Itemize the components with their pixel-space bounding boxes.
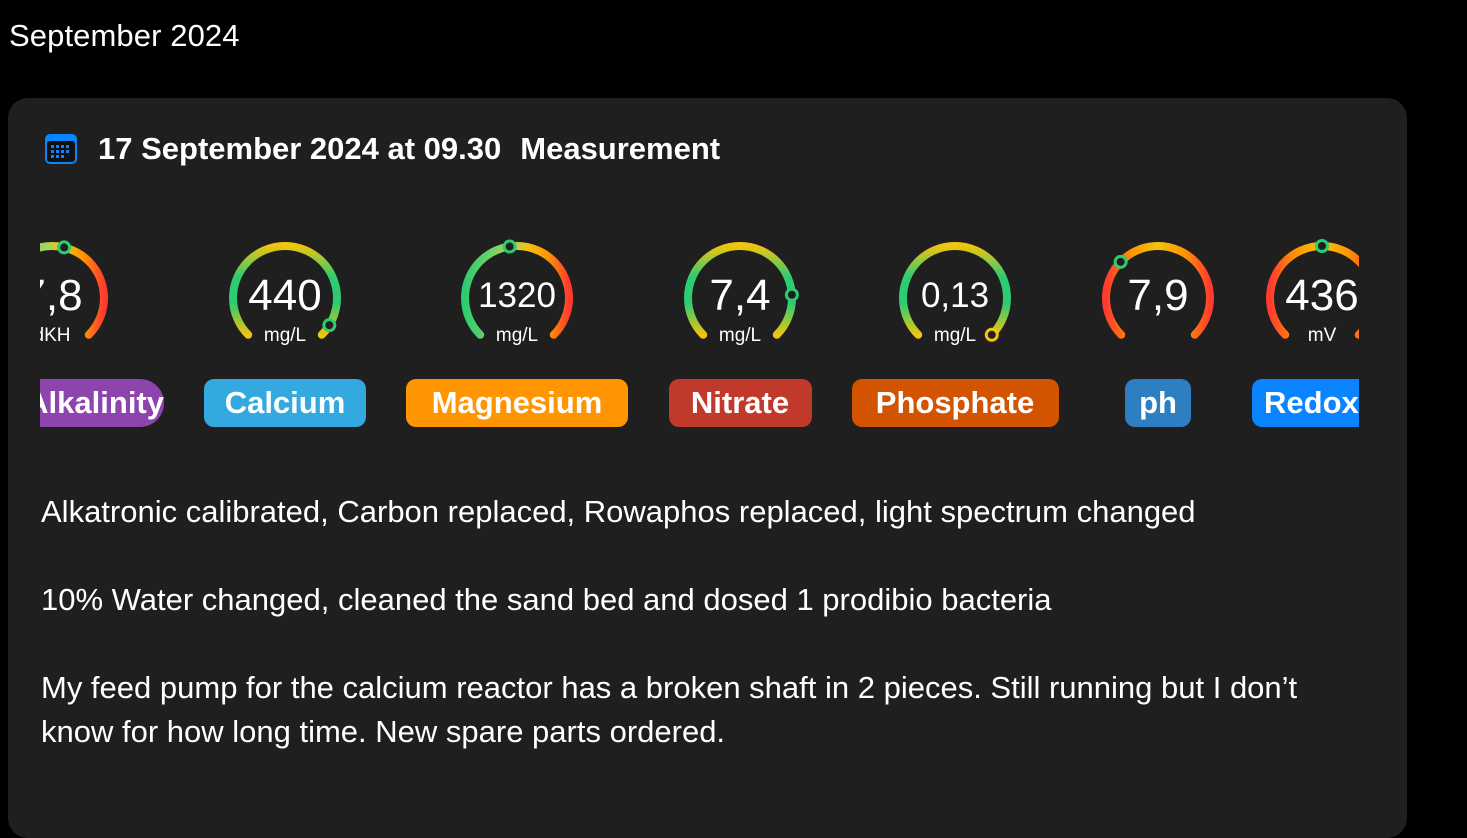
label-phosphate[interactable]: Phosphate: [851, 379, 1059, 427]
label-calcium[interactable]: Calcium: [204, 379, 366, 427]
notes: Alkatronic calibrated, Carbon replaced, …: [41, 490, 1371, 798]
gauge-phosphate: 0,13 mg/L: [890, 238, 1020, 358]
gauge-value: 1320: [478, 276, 556, 315]
label-magnesium[interactable]: Magnesium: [406, 379, 628, 427]
section-header: September 2024: [9, 18, 240, 53]
label-nitrate[interactable]: Nitrate: [668, 379, 812, 427]
gauge-unit: mg/L: [933, 325, 977, 346]
gauge-value: 7,8: [40, 271, 83, 320]
note-paragraph: Alkatronic calibrated, Carbon replaced, …: [41, 494, 1196, 529]
gauge-indicator: [1315, 239, 1329, 253]
gauge-ph: 7,9: [1093, 238, 1223, 358]
gauge-indicator: [502, 239, 517, 254]
note-paragraph: 10% Water changed, cleaned the sand bed …: [41, 582, 1052, 617]
gauge-indicator: [1113, 254, 1128, 269]
card-header: 17 September 2024 at 09.30 Measurement: [44, 131, 720, 167]
calendar-icon: [44, 133, 78, 165]
gauge-value: 7,9: [1127, 271, 1189, 320]
note-paragraph: My feed pump for the calcium reactor has…: [41, 670, 1298, 749]
gauge-value: 436: [1285, 271, 1359, 320]
gauge-nitrate: 7,4 mg/L: [675, 238, 805, 358]
entry-type: Measurement: [520, 131, 721, 166]
entry-datetime: 17 September 2024 at 09.30: [98, 131, 502, 166]
gauge-magnesium: 1320 mg/L: [452, 238, 582, 358]
gauge-unit: mg/L: [718, 325, 762, 346]
gauge-unit: mg/L: [263, 325, 307, 346]
gauge-value: 440: [248, 271, 322, 320]
gauge-unit: dKH: [40, 325, 71, 346]
gauge-value: 0,13: [920, 276, 990, 315]
label-redox[interactable]: Redox: [1252, 379, 1359, 427]
gauge-alkalinity: 7,8 dKH: [40, 238, 117, 358]
gauge-redox: 436 mV: [1257, 238, 1359, 358]
gauge-unit: mV: [1307, 325, 1337, 346]
gauge-indicator: [57, 240, 72, 255]
gauge-unit: mg/L: [495, 325, 539, 346]
label-ph[interactable]: ph: [1125, 379, 1191, 427]
gauge-calcium: 440 mg/L: [220, 238, 350, 358]
label-alkalinity[interactable]: Alkalinity: [40, 379, 164, 427]
gauge-strip[interactable]: 7,8 dKH Alkalinity 440 mg/L Calcium 1320 mg/L Ma…: [40, 238, 1359, 428]
measurement-card[interactable]: 17 September 2024 at 09.30 Measurement 7…: [8, 98, 1407, 838]
gauge-value: 7,4: [709, 271, 771, 320]
